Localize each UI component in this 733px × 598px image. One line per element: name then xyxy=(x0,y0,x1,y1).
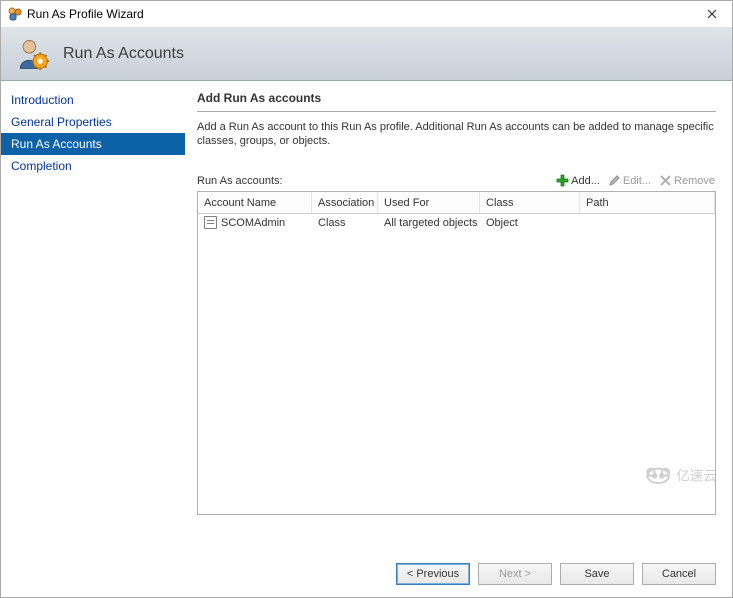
delete-icon xyxy=(659,174,672,187)
pencil-icon xyxy=(608,174,621,187)
close-button[interactable] xyxy=(692,1,732,27)
col-header-account-name[interactable]: Account Name xyxy=(198,192,312,213)
plus-icon xyxy=(556,174,569,187)
edit-button[interactable]: Edit... xyxy=(607,172,652,189)
cell-used-for: All targeted objects xyxy=(378,217,480,229)
accounts-grid[interactable]: Account Name Association Used For Class … xyxy=(197,191,716,515)
wizard-steps-sidebar: Introduction General Properties Run As A… xyxy=(1,81,185,597)
cell-class: Object xyxy=(480,217,580,229)
watermark: 亿速云 xyxy=(642,454,732,499)
add-button-label: Add... xyxy=(571,175,600,187)
col-header-class[interactable]: Class xyxy=(480,192,580,213)
save-button[interactable]: Save xyxy=(560,563,634,585)
edit-button-label: Edit... xyxy=(623,175,651,187)
titlebar: Run As Profile Wizard xyxy=(1,1,732,27)
document-icon xyxy=(204,216,217,229)
banner-title: Run As Accounts xyxy=(63,45,184,63)
wizard-buttons: < Previous Next > Save Cancel xyxy=(396,563,716,585)
grid-header: Account Name Association Used For Class … xyxy=(198,192,715,214)
list-label: Run As accounts: xyxy=(197,175,283,187)
cell-account-name: SCOMAdmin xyxy=(221,217,285,229)
header-banner: Run As Accounts xyxy=(1,27,732,81)
remove-button[interactable]: Remove xyxy=(658,172,716,189)
sidebar-item-introduction[interactable]: Introduction xyxy=(1,89,185,111)
sidebar-item-completion[interactable]: Completion xyxy=(1,155,185,177)
add-button[interactable]: Add... xyxy=(555,172,601,189)
col-header-used-for[interactable]: Used For xyxy=(378,192,480,213)
content-pane: Add Run As accounts Add a Run As account… xyxy=(185,81,732,597)
cancel-button[interactable]: Cancel xyxy=(642,563,716,585)
window-title: Run As Profile Wizard xyxy=(27,7,144,21)
sidebar-item-run-as-accounts[interactable]: Run As Accounts xyxy=(1,133,185,155)
next-button[interactable]: Next > xyxy=(478,563,552,585)
previous-button[interactable]: < Previous xyxy=(396,563,470,585)
table-row[interactable]: SCOMAdmin Class All targeted objects Obj… xyxy=(198,214,715,229)
wizard-icon xyxy=(7,6,23,22)
close-icon xyxy=(707,9,717,19)
cell-path xyxy=(580,217,715,229)
toolbar: Add... Edit... Remove xyxy=(555,172,716,189)
sidebar-item-general-properties[interactable]: General Properties xyxy=(1,111,185,133)
cell-association: Class xyxy=(312,217,378,229)
remove-button-label: Remove xyxy=(674,175,715,187)
watermark-text: 亿速云 xyxy=(676,468,717,483)
user-gear-icon xyxy=(15,36,51,72)
page-heading: Add Run As accounts xyxy=(197,91,716,112)
page-description: Add a Run As account to this Run As prof… xyxy=(197,120,716,148)
col-header-path[interactable]: Path xyxy=(580,192,715,213)
col-header-association[interactable]: Association xyxy=(312,192,378,213)
